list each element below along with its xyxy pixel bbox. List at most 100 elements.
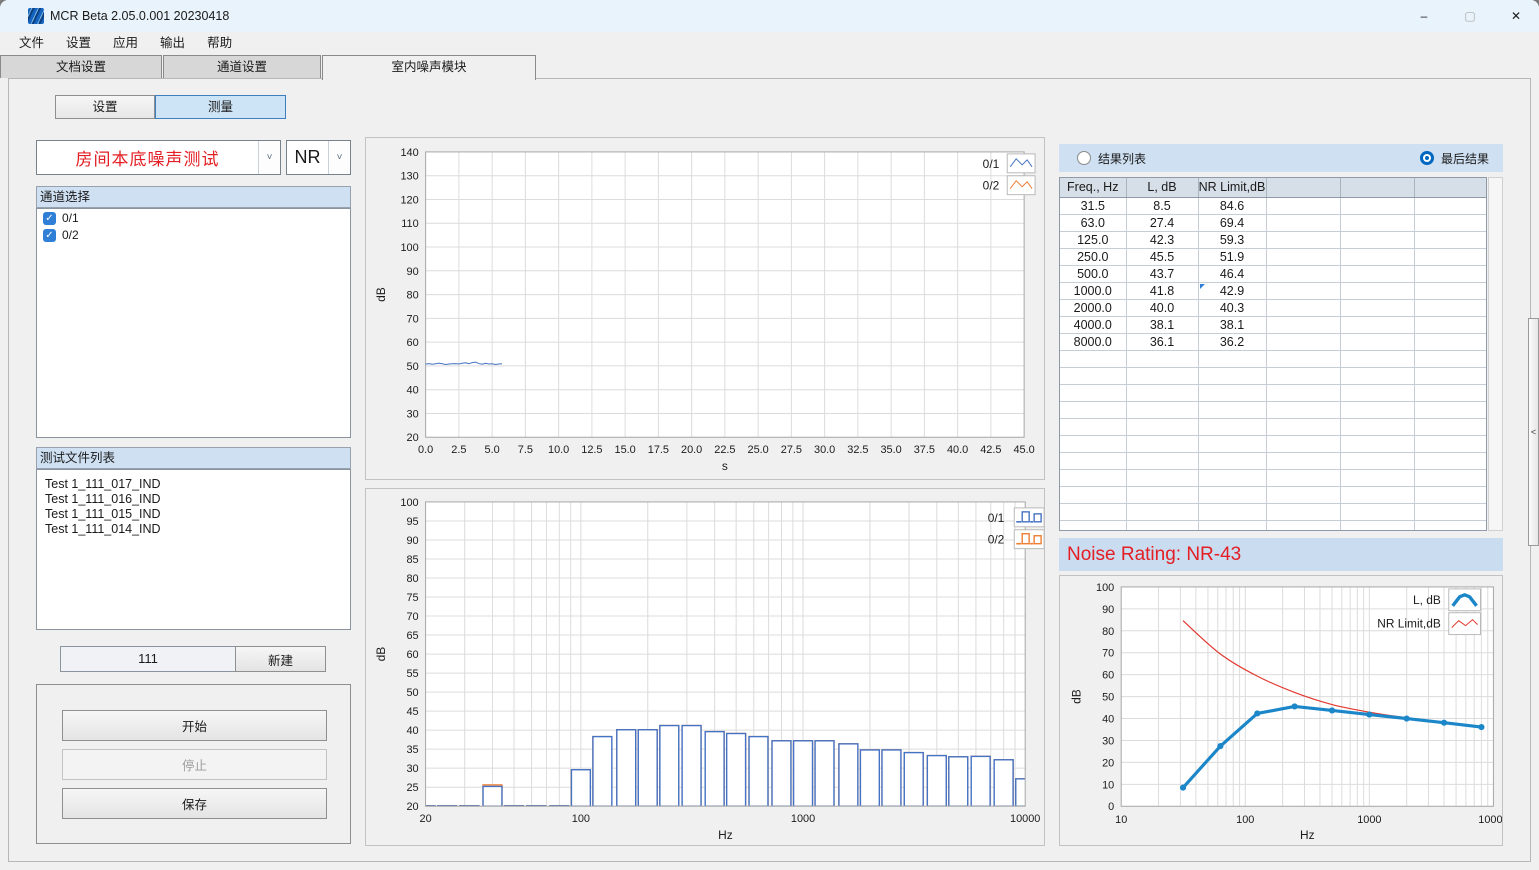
table-row[interactable]: 4000.038.138.1 — [1060, 316, 1487, 333]
time-history-chart: 0.02.55.07.510.012.515.017.520.022.525.0… — [365, 137, 1045, 480]
table-cell — [1266, 248, 1340, 265]
svg-text:0/2: 0/2 — [983, 179, 1000, 193]
channel-item-0[interactable]: ✓0/1 — [37, 209, 350, 226]
table-cell — [1198, 418, 1266, 435]
tab-settings[interactable]: 设置 — [55, 95, 155, 119]
table-cell: 63.0 — [1060, 214, 1126, 231]
table-row[interactable]: 250.045.551.9 — [1060, 248, 1487, 265]
radio-last-result[interactable]: 最后结果 — [1420, 150, 1489, 167]
svg-text:45.0: 45.0 — [1013, 444, 1034, 456]
svg-text:22.5: 22.5 — [714, 444, 735, 456]
table-cell — [1126, 401, 1198, 418]
minimize-button[interactable]: – — [1401, 0, 1447, 32]
test-type-combo[interactable]: 房间本底噪声测试 ˅ — [36, 140, 281, 175]
table-cell — [1266, 316, 1340, 333]
table-row-empty — [1060, 384, 1487, 401]
svg-text:27.5: 27.5 — [781, 444, 802, 456]
menu-item-4[interactable]: 帮助 — [196, 32, 243, 55]
menu-item-2[interactable]: 应用 — [102, 32, 149, 55]
start-button[interactable]: 开始 — [62, 710, 327, 741]
table-row[interactable]: 500.043.746.4 — [1060, 265, 1487, 282]
table-cell — [1266, 418, 1340, 435]
table-header: NR Limit,dB — [1198, 178, 1266, 197]
tab-0[interactable]: 文档设置 — [0, 55, 162, 78]
table-row[interactable]: 8000.036.136.2 — [1060, 333, 1487, 350]
save-button[interactable]: 保存 — [62, 788, 327, 819]
table-cell: 125.0 — [1060, 231, 1126, 248]
tab-1[interactable]: 通道设置 — [163, 55, 321, 78]
table-cell — [1414, 316, 1487, 333]
svg-text:90: 90 — [406, 535, 418, 547]
chevron-down-icon[interactable]: ˅ — [328, 141, 350, 174]
results-table[interactable]: Freq., HzL, dBNR Limit,dB31.58.584.663.0… — [1059, 177, 1487, 531]
svg-text:10: 10 — [1115, 814, 1127, 826]
table-row[interactable]: 1000.041.842.9 — [1060, 282, 1487, 299]
tab-2[interactable]: 室内噪声模块 — [322, 55, 536, 80]
file-item-2[interactable]: Test 1_111_015_IND — [37, 506, 350, 521]
channel-list[interactable]: ✓0/1✓0/2 — [36, 208, 351, 438]
table-cell — [1340, 486, 1414, 503]
svg-text:100: 100 — [1096, 582, 1114, 594]
table-cell — [1340, 350, 1414, 367]
results-mode-bar: 结果列表 最后结果 — [1059, 144, 1503, 172]
table-row[interactable]: 125.042.359.3 — [1060, 231, 1487, 248]
table-row-empty — [1060, 469, 1487, 486]
chevron-down-icon[interactable]: ˅ — [258, 141, 280, 174]
tab-strip: 文档设置通道设置室内噪声模块 — [0, 55, 1539, 79]
table-cell — [1414, 503, 1487, 520]
svg-text:25.0: 25.0 — [748, 444, 769, 456]
table-row-empty — [1060, 486, 1487, 503]
file-list[interactable]: Test 1_111_017_INDTest 1_111_016_INDTest… — [36, 469, 351, 630]
svg-text:1000: 1000 — [791, 813, 815, 825]
svg-text:80: 80 — [407, 290, 419, 302]
new-button[interactable]: 新建 — [235, 646, 326, 672]
table-row[interactable]: 2000.040.040.3 — [1060, 299, 1487, 316]
maximize-button[interactable]: ▢ — [1447, 0, 1493, 32]
rating-combo[interactable]: NR ˅ — [286, 140, 351, 175]
table-cell — [1266, 265, 1340, 282]
svg-text:40: 40 — [406, 725, 418, 737]
svg-text:65: 65 — [406, 630, 418, 642]
table-cell: 8.5 — [1126, 197, 1198, 214]
table-row[interactable]: 63.027.469.4 — [1060, 214, 1487, 231]
close-button[interactable]: ✕ — [1493, 0, 1539, 32]
test-name-input[interactable]: 111 — [60, 646, 236, 672]
svg-text:70: 70 — [1102, 648, 1114, 660]
table-cell: 250.0 — [1060, 248, 1126, 265]
svg-text:5.0: 5.0 — [485, 444, 500, 456]
table-cell — [1414, 350, 1487, 367]
radio-result-list[interactable]: 结果列表 — [1077, 150, 1146, 167]
table-cell: 38.1 — [1126, 316, 1198, 333]
checkbox-icon[interactable]: ✓ — [43, 212, 56, 225]
menu-item-1[interactable]: 设置 — [55, 32, 102, 55]
svg-text:40: 40 — [407, 385, 419, 397]
file-item-1[interactable]: Test 1_111_016_IND — [37, 491, 350, 506]
tab-measure[interactable]: 测量 — [155, 95, 286, 119]
table-cell — [1060, 401, 1126, 418]
file-item-3[interactable]: Test 1_111_014_IND — [37, 521, 350, 536]
radio-on-icon[interactable] — [1420, 151, 1434, 165]
stop-button[interactable]: 停止 — [62, 749, 327, 780]
svg-text:25: 25 — [406, 782, 418, 794]
table-cell — [1414, 197, 1487, 214]
table-cell — [1414, 282, 1487, 299]
checkbox-icon[interactable]: ✓ — [43, 229, 56, 242]
table-cell — [1198, 520, 1266, 531]
table-cell — [1060, 486, 1126, 503]
file-item-0[interactable]: Test 1_111_017_IND — [37, 476, 350, 491]
svg-text:90: 90 — [407, 266, 419, 278]
channel-item-1[interactable]: ✓0/2 — [37, 226, 350, 243]
table-cell — [1266, 367, 1340, 384]
menu-item-0[interactable]: 文件 — [8, 32, 55, 55]
table-header — [1266, 178, 1340, 197]
table-cell — [1414, 384, 1487, 401]
radio-off-icon[interactable] — [1077, 151, 1091, 165]
svg-text:120: 120 — [400, 194, 418, 206]
svg-text:L, dB: L, dB — [1413, 593, 1441, 607]
table-row[interactable]: 31.58.584.6 — [1060, 197, 1487, 214]
table-cell — [1340, 469, 1414, 486]
menu-item-3[interactable]: 输出 — [149, 32, 196, 55]
table-scrollbar[interactable] — [1488, 177, 1503, 531]
table-cell — [1126, 350, 1198, 367]
collapse-panel-button[interactable]: < — [1528, 318, 1539, 546]
